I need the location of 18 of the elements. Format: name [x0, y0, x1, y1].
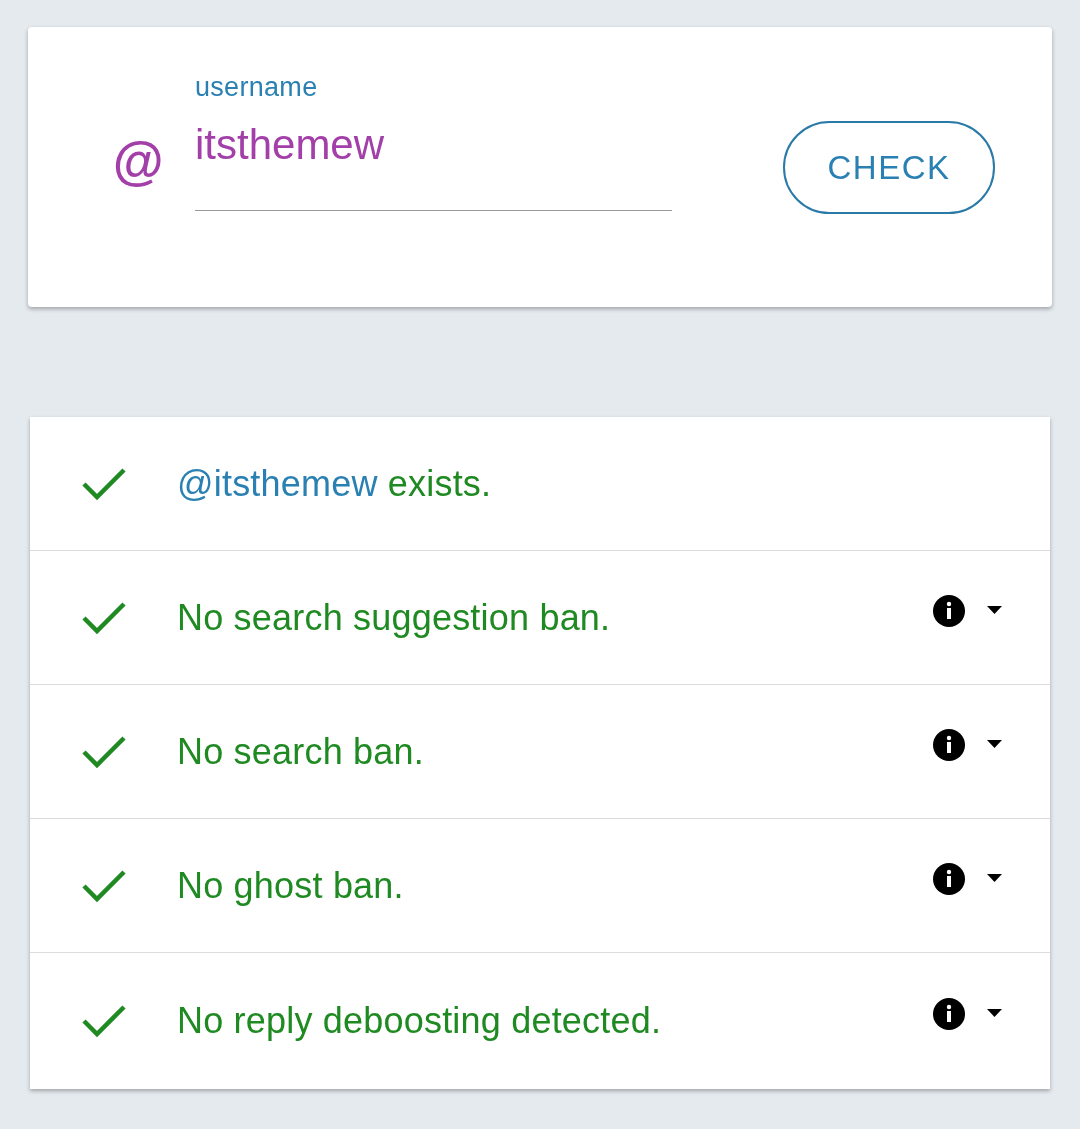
caret-icon[interactable]	[987, 1009, 1002, 1017]
result-text: No ghost ban.	[177, 863, 404, 908]
field-label: username	[195, 71, 318, 104]
caret-icon[interactable]	[987, 739, 1002, 748]
username-link[interactable]: @itsthemew	[177, 462, 378, 504]
info-icon[interactable]	[933, 594, 965, 627]
at-sign-icon: @	[112, 135, 162, 187]
caret-icon[interactable]	[987, 605, 1002, 614]
info-icon[interactable]	[933, 728, 965, 761]
result-text: No search ban.	[177, 729, 424, 774]
caret-icon[interactable]	[987, 873, 1002, 882]
result-text: No search suggestion ban.	[177, 595, 611, 640]
info-icon[interactable]	[933, 998, 965, 1030]
check-button[interactable]: CHECK	[783, 121, 995, 214]
username-input[interactable]: itsthemew	[195, 103, 672, 212]
result-text: @itsthemew exists.	[177, 461, 492, 506]
info-icon[interactable]	[933, 862, 965, 895]
result-text: No reply deboosting detected.	[177, 999, 662, 1043]
